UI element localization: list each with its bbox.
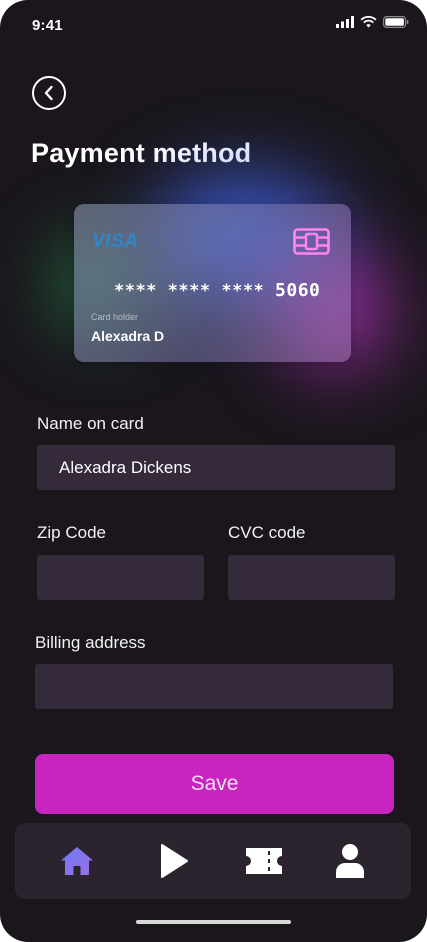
battery-icon (383, 16, 409, 28)
status-icons (336, 16, 409, 28)
billing-address-input[interactable] (35, 664, 393, 709)
status-bar: 9:41 (0, 0, 427, 52)
card-number-last-digits: 5060 (275, 280, 321, 301)
zip-code-input[interactable] (37, 555, 204, 600)
zip-code-label: Zip Code (37, 523, 106, 542)
phone-screen: 9:41 Payment method VISA **** **** **** … (0, 0, 427, 942)
signal-icon (336, 16, 354, 28)
name-on-card-label: Name on card (37, 414, 144, 433)
name-on-card-input[interactable] (37, 445, 395, 490)
card-brand-logo: VISA (92, 231, 139, 252)
chip-icon (293, 228, 330, 255)
payment-card[interactable]: VISA **** **** **** 5060 Card holder Ale… (74, 204, 351, 362)
card-holder-name: Alexadra D (91, 328, 165, 344)
back-button[interactable] (32, 76, 66, 110)
bottom-nav (15, 823, 411, 899)
user-icon (336, 844, 364, 878)
save-button[interactable]: Save (35, 754, 394, 814)
billing-address-label: Billing address (35, 633, 146, 652)
card-number: **** **** **** 5060 (114, 280, 320, 301)
wifi-icon (360, 16, 377, 28)
home-icon (61, 847, 93, 875)
nav-item-profile[interactable] (330, 841, 370, 881)
nav-item-home[interactable] (57, 841, 97, 881)
card-holder-label: Card holder (91, 312, 139, 322)
home-indicator (136, 920, 291, 924)
chevron-left-icon (44, 85, 53, 101)
play-icon (161, 844, 188, 878)
cvc-code-label: CVC code (228, 523, 306, 542)
status-time: 9:41 (32, 17, 63, 34)
nav-item-tickets[interactable] (244, 841, 284, 881)
ticket-icon (246, 848, 282, 874)
page-title: Payment method (31, 138, 252, 168)
card-number-masked: **** **** **** (114, 281, 265, 301)
nav-item-play[interactable] (153, 841, 193, 881)
cvc-code-input[interactable] (228, 555, 395, 600)
